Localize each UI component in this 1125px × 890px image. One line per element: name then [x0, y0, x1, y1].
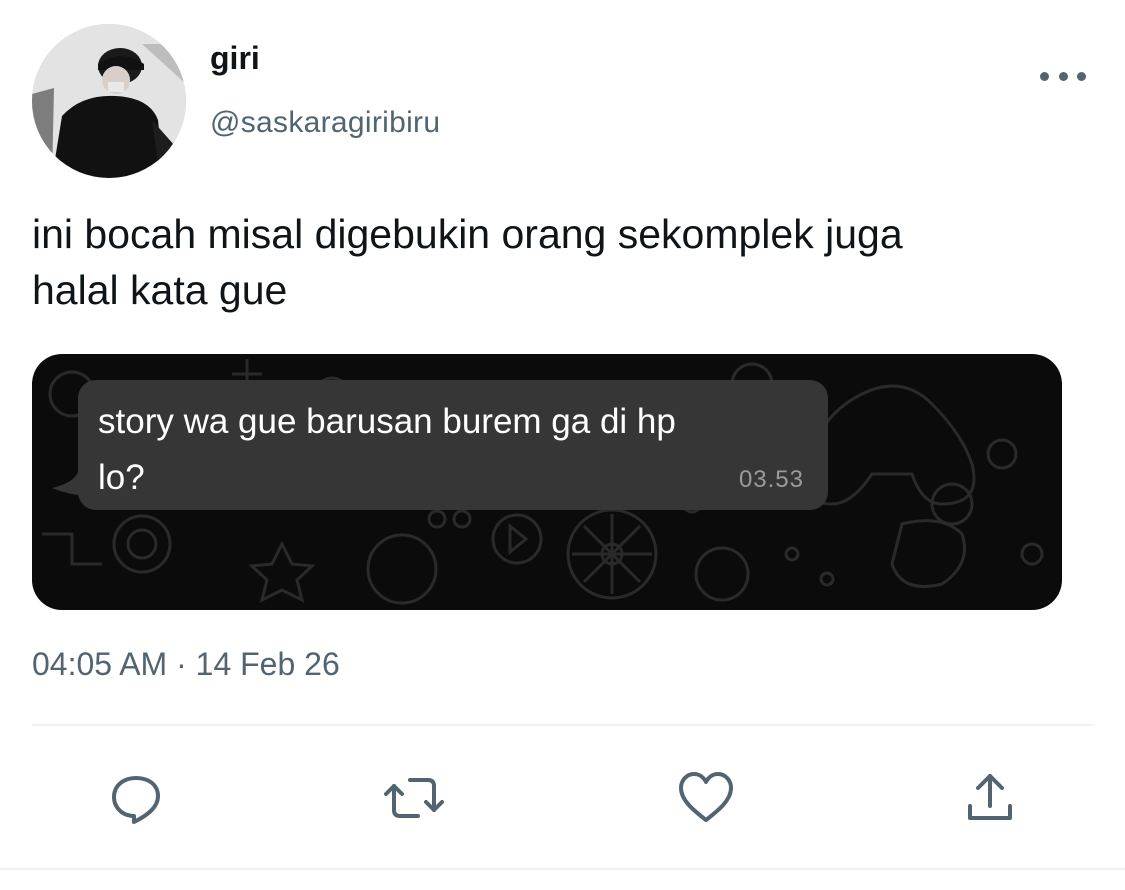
reply-button[interactable]: [106, 768, 166, 828]
retweet-button[interactable]: [384, 768, 444, 828]
speech-bubble-icon: [112, 776, 160, 824]
upload-arrow-icon: [968, 774, 1012, 820]
chat-message-text: story wa gue barusan burem ga di hp lo?: [98, 394, 798, 506]
more-dot: [1040, 71, 1049, 81]
retweet-arrows-icon: [384, 778, 444, 818]
more-dot: [1058, 71, 1068, 81]
avatar-photo: [32, 24, 186, 178]
chat-message-time: 03.53: [738, 466, 804, 493]
chat-message-line: lo?: [98, 458, 145, 497]
tweet-text: ini bocah misal digebukin orang sekomple…: [32, 206, 1112, 318]
bottom-divider: [0, 868, 1125, 870]
tweet-timestamp[interactable]: 04:05 AM · 14 Feb 26: [32, 646, 340, 683]
user-handle[interactable]: @saskaragiribiru: [210, 106, 440, 140]
display-name[interactable]: giri: [210, 40, 260, 77]
tweet-media-image[interactable]: story wa gue barusan burem ga di hp lo? …: [32, 354, 1062, 610]
share-button[interactable]: [960, 768, 1020, 828]
heart-icon: [679, 772, 733, 822]
chat-message-bubble: story wa gue barusan burem ga di hp lo? …: [78, 380, 828, 510]
more-dot: [1077, 71, 1086, 81]
tweet-text-line: halal kata gue: [32, 267, 288, 313]
like-button[interactable]: [676, 768, 736, 828]
chat-message-line: story wa gue barusan burem ga di hp: [98, 402, 676, 441]
more-options-icon[interactable]: [1040, 62, 1086, 90]
avatar[interactable]: [32, 24, 186, 178]
divider: [32, 724, 1095, 726]
tweet-text-line: ini bocah misal digebukin orang sekomple…: [32, 211, 903, 257]
